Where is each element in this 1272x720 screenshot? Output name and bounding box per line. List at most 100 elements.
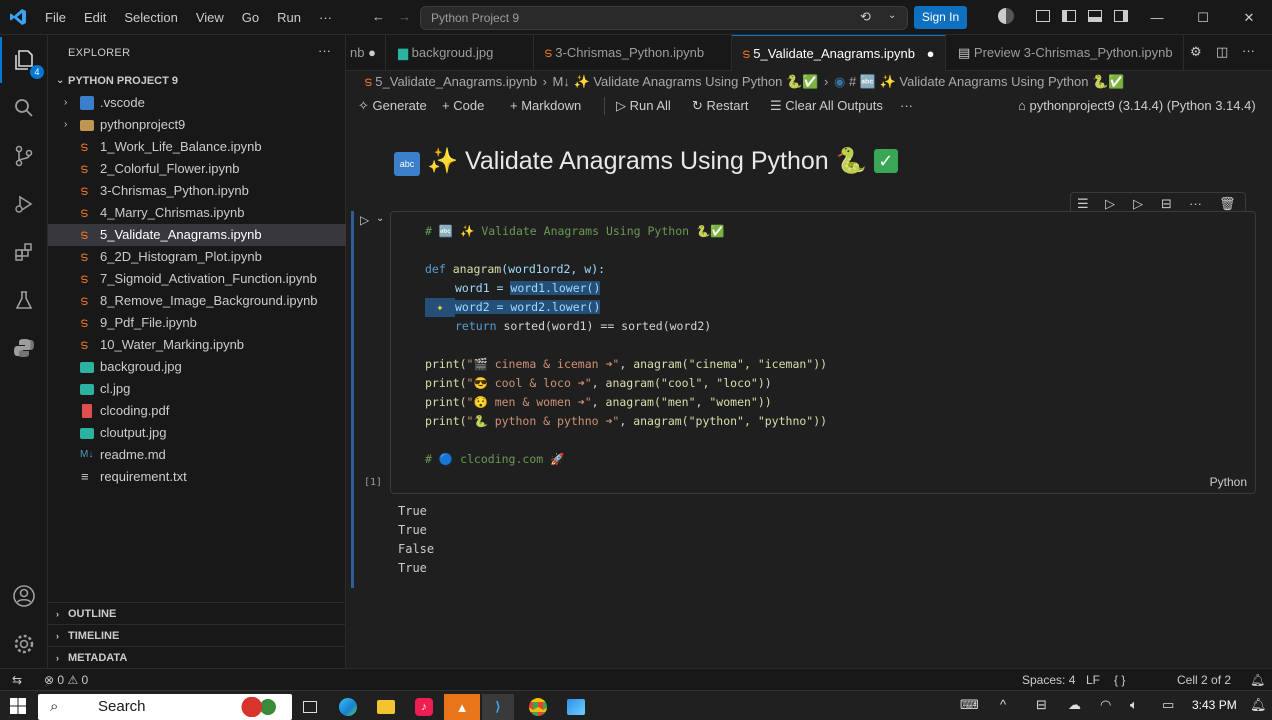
add-code-button[interactable]: + Code (442, 93, 484, 119)
command-center[interactable]: Python Project 9 (420, 6, 908, 30)
file-item[interactable]: ട 7_Sigmoid_Activation_Function.ipynb (48, 268, 346, 290)
copilot-sparkle-icon[interactable]: ✦ (425, 298, 455, 317)
copilot-icon[interactable]: ⟲ (860, 9, 871, 25)
cell-position-status[interactable]: Cell 2 of 2 (1177, 669, 1231, 691)
windows-start-icon[interactable] (10, 698, 26, 717)
tab-validate-anagrams[interactable]: ട 5_Validate_Anagrams.ipynb ● (732, 35, 946, 71)
file-item[interactable]: cloutput.jpg (48, 422, 346, 444)
breadcrumb-heading[interactable]: ✨ Validate Anagrams Using Python 🐍✅ (574, 74, 819, 89)
toolbar-more-button[interactable]: ··· (900, 93, 913, 119)
outline-section[interactable]: › OUTLINE (48, 602, 346, 624)
testing-icon[interactable] (0, 277, 48, 323)
battery-icon[interactable]: ▭ (1162, 697, 1174, 713)
file-item[interactable]: backgroud.jpg (48, 356, 346, 378)
menu-file[interactable]: File (36, 0, 75, 35)
restart-button[interactable]: ↻ Restart (692, 93, 748, 119)
accounts-icon[interactable] (998, 8, 1014, 24)
folder-pythonproject9[interactable]: › pythonproject9 (48, 114, 346, 136)
timeline-section[interactable]: › TIMELINE (48, 624, 346, 646)
sign-in-button[interactable]: Sign In (914, 6, 967, 29)
layout-customize-icon[interactable] (1036, 10, 1050, 22)
chevron-down-icon[interactable]: ⌄ (888, 10, 896, 21)
run-all-button[interactable]: ▷ Run All (616, 93, 671, 119)
menu-go[interactable]: Go (233, 0, 268, 35)
run-debug-icon[interactable] (0, 181, 48, 227)
code-cell[interactable]: # 🔤 ✨ Validate Anagrams Using Python 🐍✅ … (390, 211, 1256, 494)
generate-button[interactable]: ✧ Generate (358, 93, 427, 119)
settings-gear-icon[interactable] (0, 621, 48, 667)
file-item[interactable]: ≡ requirement.txt (48, 466, 346, 488)
file-item[interactable]: ട 10_Water_Marking.ipynb (48, 334, 346, 356)
problems-indicator[interactable]: ⊗ 0 ⚠ 0 (44, 669, 88, 691)
keyboard-icon[interactable]: ⌨ (960, 697, 979, 713)
add-markdown-button[interactable]: + Markdown (510, 93, 581, 119)
toggle-panel-icon[interactable] (1088, 10, 1102, 22)
file-item[interactable]: ട 4_Marry_Chrismas.ipynb (48, 202, 346, 224)
menu-more[interactable]: ··· (310, 0, 341, 35)
network-icon[interactable]: ⊟ (1036, 697, 1047, 713)
cloud-icon[interactable]: ☁ (1068, 697, 1081, 713)
tiktok-icon[interactable]: ♪ (408, 694, 440, 720)
python-icon[interactable] (0, 325, 48, 371)
menu-view[interactable]: View (187, 0, 233, 35)
file-item[interactable]: ട 1_Work_Life_Balance.ipynb (48, 136, 346, 158)
task-view-icon[interactable] (294, 694, 326, 720)
search-icon[interactable] (0, 85, 48, 131)
bell-icon[interactable]: 🔔︎ (1250, 669, 1265, 691)
unsaved-dot-icon[interactable]: ● (927, 46, 935, 61)
source-control-icon[interactable] (0, 133, 48, 179)
vscode-taskbar-icon[interactable]: ⟩ (482, 694, 514, 720)
edge-browser-icon[interactable] (332, 694, 364, 720)
metadata-section[interactable]: › METADATA (48, 646, 346, 668)
tray-expand-icon[interactable]: ^ (1000, 697, 1006, 712)
run-cell-icon[interactable]: ▷ (360, 213, 369, 227)
kernel-picker[interactable]: ⌂ pythonproject9 (3.14.4) (Python 3.14.4… (1018, 93, 1256, 119)
explorer-icon[interactable]: 4 (0, 37, 48, 83)
remote-icon[interactable]: ⇆ (12, 669, 22, 691)
folder-vscode[interactable]: › .vscode (48, 92, 346, 114)
breadcrumb-file[interactable]: 5_Validate_Anagrams.ipynb (375, 74, 537, 89)
file-item[interactable]: M↓ readme.md (48, 444, 346, 466)
extensions-icon[interactable] (0, 229, 48, 275)
file-item[interactable]: ട 8_Remove_Image_Background.ipynb (48, 290, 346, 312)
file-item[interactable]: ട 9_Pdf_File.ipynb (48, 312, 346, 334)
tab-backgroud[interactable]: ▆ backgroud.jpg (386, 35, 534, 71)
tab-preview[interactable]: ▤ Preview 3-Chrismas_Python.ipynb (946, 35, 1184, 71)
gear-icon[interactable]: ⚙ (1190, 44, 1202, 60)
photos-icon[interactable] (560, 694, 592, 720)
wifi-icon[interactable]: ◠ (1100, 697, 1111, 713)
close-icon[interactable]: ✕ (1226, 0, 1272, 35)
indentation-status[interactable]: Spaces: 4 (1022, 669, 1075, 691)
breadcrumb-code-cell[interactable]: # 🔤 ✨ Validate Anagrams Using Python 🐍✅ (849, 74, 1125, 89)
file-item-active[interactable]: ട 5_Validate_Anagrams.ipynb (48, 224, 346, 246)
tab-chrismas[interactable]: ട 3-Chrismas_Python.ipynb (534, 35, 732, 71)
menu-edit[interactable]: Edit (75, 0, 115, 35)
eol-status[interactable]: LF (1086, 669, 1100, 691)
menu-selection[interactable]: Selection (115, 0, 186, 35)
file-item[interactable]: clcoding.pdf (48, 400, 346, 422)
file-explorer-icon[interactable] (370, 694, 402, 720)
volume-icon[interactable]: 🔈︎ (1130, 697, 1138, 713)
tab-partial[interactable]: nb ● (346, 35, 386, 71)
toggle-secondary-sidebar-icon[interactable] (1114, 10, 1128, 22)
file-item[interactable]: cl.jpg (48, 378, 346, 400)
forward-arrow-icon[interactable]: → (398, 9, 411, 24)
toggle-sidebar-icon[interactable] (1062, 10, 1076, 22)
menu-run[interactable]: Run (268, 0, 310, 35)
more-actions-icon[interactable]: ··· (1242, 43, 1255, 58)
clear-outputs-button[interactable]: ☰ Clear All Outputs (770, 93, 883, 119)
account-icon[interactable] (0, 573, 48, 619)
file-item[interactable]: ട 6_2D_Histogram_Plot.ipynb (48, 246, 346, 268)
chevron-down-icon[interactable]: ⌄ (376, 213, 384, 224)
clock[interactable]: 3:43 PM (1192, 698, 1237, 712)
split-editor-icon[interactable]: ◫ (1216, 44, 1228, 60)
minimize-icon[interactable]: — (1134, 0, 1180, 35)
project-folder[interactable]: ⌄ PYTHON PROJECT 9 (48, 70, 346, 92)
file-item[interactable]: ട 2_Colorful_Flower.ipynb (48, 158, 346, 180)
more-actions-icon[interactable]: ··· (318, 43, 331, 58)
app-orange-icon[interactable]: ▲ (444, 694, 480, 720)
taskbar-search-box[interactable]: ⌕ Search (38, 694, 292, 720)
language-braces-status[interactable]: { } (1114, 669, 1125, 691)
back-arrow-icon[interactable]: ← (372, 9, 385, 24)
chrome-icon[interactable] (522, 694, 554, 720)
